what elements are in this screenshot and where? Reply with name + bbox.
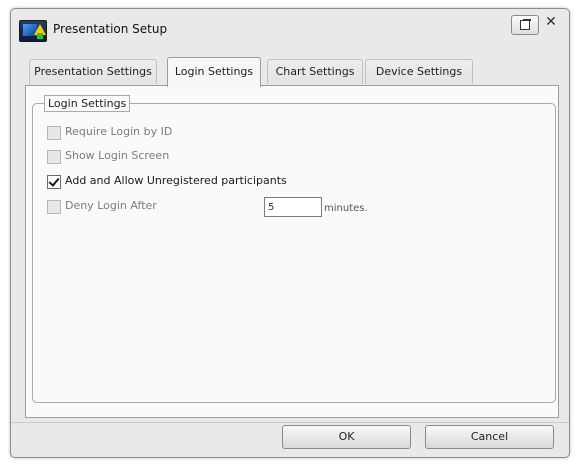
presentation-app-icon [19, 20, 47, 42]
show-login-screen-label: Show Login Screen [65, 149, 170, 162]
window-title: Presentation Setup [53, 22, 168, 36]
minutes-label: minutes. [324, 203, 368, 214]
presentation-setup-window: Presentation Setup ✕ Presentation Settin… [10, 8, 570, 458]
show-login-screen-checkbox[interactable] [47, 150, 61, 164]
cancel-button[interactable]: Cancel [425, 425, 554, 449]
tab-login-settings[interactable]: Login Settings [167, 57, 261, 87]
close-icon[interactable]: ✕ [544, 14, 558, 30]
tab-chart-settings[interactable]: Chart Settings [267, 59, 363, 84]
login-settings-panel: Login Settings Require Login by ID Show … [25, 85, 559, 418]
restore-window-button[interactable] [511, 15, 539, 35]
tab-presentation-settings[interactable]: Presentation Settings [29, 59, 157, 84]
footer-divider [11, 422, 569, 423]
require-login-by-id-checkbox[interactable] [47, 126, 61, 140]
allow-unregistered-checkbox[interactable] [47, 175, 61, 189]
tab-device-settings[interactable]: Device Settings [365, 59, 473, 84]
require-login-by-id-label: Require Login by ID [65, 125, 173, 138]
deny-login-after-label: Deny Login After [65, 199, 157, 212]
group-title: Login Settings [44, 95, 131, 112]
allow-unregistered-label: Add and Allow Unregistered participants [65, 174, 287, 187]
title-bar: Presentation Setup ✕ [11, 9, 569, 49]
ok-button[interactable]: OK [282, 425, 411, 449]
deny-minutes-input[interactable] [264, 197, 322, 217]
deny-login-after-checkbox[interactable] [47, 200, 61, 214]
login-settings-group [32, 103, 556, 403]
